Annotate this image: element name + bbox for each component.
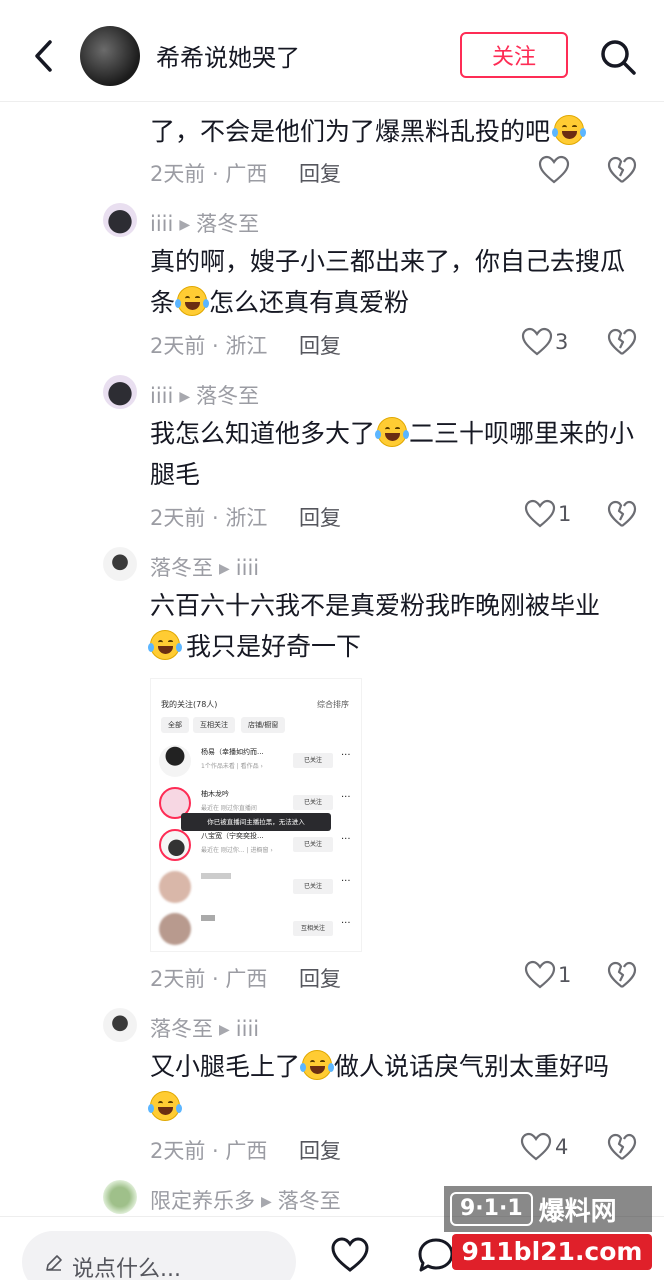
comment-author-line: iiii ▶ 落冬至 <box>150 208 259 238</box>
broken-heart-icon[interactable] <box>607 960 637 990</box>
screenshot-title: 我的关注(78人) <box>161 700 218 709</box>
screenshot-chip: 店铺/橱窗 <box>241 717 286 733</box>
laughing-tears-emoji <box>375 417 410 447</box>
user-avatar[interactable] <box>80 26 140 86</box>
commenter-avatar[interactable] <box>103 375 137 409</box>
reply-to-user[interactable]: 落冬至 <box>196 212 259 236</box>
reply-to-user[interactable]: iiii <box>236 1017 259 1041</box>
heart-icon[interactable] <box>520 1131 552 1163</box>
reply-button[interactable]: 回复 <box>299 1135 341 1165</box>
comment-author-line: 限定养乐多 ▶ 落冬至 <box>150 1185 341 1215</box>
top-nav-bar: 希希说她哭了 关注 <box>0 0 664 102</box>
comment-text: 六百六十六我不是真爱粉我昨晚刚被毕业 <box>150 591 601 620</box>
back-arrow-icon[interactable] <box>30 36 60 76</box>
reply-to-user[interactable]: 落冬至 <box>278 1189 341 1213</box>
comment-text: 条怎么还真有真爱粉 <box>150 286 410 317</box>
reply-button[interactable]: 回复 <box>299 963 341 993</box>
comment-meta: 2天前 · 浙江 <box>150 506 268 530</box>
follow-button[interactable]: 关注 <box>460 32 568 78</box>
comment-meta: 2天前 · 浙江 <box>150 334 268 358</box>
comment-author-line: 落冬至 ▶ iiii <box>150 552 259 582</box>
comment-text: 腿毛 <box>150 460 201 489</box>
broken-heart-icon[interactable] <box>607 1132 637 1162</box>
commenter-avatar[interactable] <box>103 1180 137 1214</box>
comment-text: 真的啊，嫂子小三都出来了，你自己去搜瓜 <box>150 247 626 276</box>
broken-heart-icon[interactable] <box>607 327 637 357</box>
comment-input-placeholder: 说点什么... <box>72 1257 181 1280</box>
watermark-badge: 9·1·1 <box>450 1192 533 1226</box>
screenshot-chip: 互相关注 <box>193 717 235 733</box>
reply-arrow-icon: ▶ <box>219 561 230 577</box>
reply-arrow-icon: ▶ <box>261 1194 272 1210</box>
crying-emoji <box>300 1050 335 1080</box>
screenshot-row: 杨易（幸播如约而... 1个作品未看 | 看作品 › 已关注 ··· <box>159 741 359 779</box>
comment-meta: 2天前 · 广西 <box>150 1139 268 1163</box>
screenshot-row: 已关注 ··· <box>159 867 359 905</box>
reply-arrow-icon: ▶ <box>179 389 191 405</box>
broken-heart-icon[interactable] <box>607 155 637 185</box>
header-username[interactable]: 希希说她哭了 <box>156 38 300 73</box>
comment-author[interactable]: 落冬至 <box>150 556 213 580</box>
comment-meta: 2天前 · 广西 <box>150 162 268 186</box>
watermark-logo: 9·1·1 爆料网 911bl21.com <box>444 1186 652 1272</box>
heart-icon[interactable] <box>524 959 556 991</box>
comment-author-line: 落冬至 ▶ iiii <box>150 1013 259 1043</box>
comment-author[interactable]: 限定养乐多 <box>150 1189 255 1213</box>
commenter-avatar[interactable] <box>103 547 137 581</box>
comment-author[interactable]: iiii <box>150 384 173 408</box>
like-count: 3 <box>555 330 569 354</box>
laughing-tears-emoji <box>175 286 210 316</box>
comment-text: 我怎么知道他多大了 二三十呗哪里来的小 <box>150 417 635 448</box>
comment-author[interactable]: 落冬至 <box>150 1017 213 1041</box>
watermark-name: 爆料网 <box>538 1196 617 1227</box>
reply-button[interactable]: 回复 <box>299 158 341 188</box>
heart-icon[interactable] <box>538 154 570 186</box>
watermark-url: 911bl21.com <box>452 1234 652 1270</box>
reply-button[interactable]: 回复 <box>299 502 341 532</box>
reply-arrow-icon: ▶ <box>219 1022 230 1038</box>
screenshot-chip: 全部 <box>161 717 189 733</box>
comment-meta: 2天前 · 广西 <box>150 967 268 991</box>
heart-icon[interactable] <box>524 498 556 530</box>
like-heart-icon[interactable] <box>330 1235 370 1275</box>
broken-heart-icon[interactable] <box>607 499 637 529</box>
comment-image[interactable]: 我的关注(78人) 综合排序 全部 互相关注 店铺/橱窗 杨易（幸播如约而...… <box>150 678 362 952</box>
screenshot-row: 互相关注 ··· <box>159 909 359 947</box>
like-count: 1 <box>558 502 572 526</box>
commenter-avatar[interactable] <box>103 203 137 237</box>
comment-input[interactable]: 说点什么... <box>22 1231 296 1280</box>
search-icon[interactable] <box>598 37 638 77</box>
comment-text <box>148 1086 182 1129</box>
laughing-tears-emoji <box>552 115 587 145</box>
reply-arrow-icon: ▶ <box>179 217 191 233</box>
screenshot-sort: 综合排序 <box>317 700 349 709</box>
comment-text: 了，不会是他们为了爆黑料乱投的吧 <box>150 110 587 153</box>
reply-button[interactable]: 回复 <box>299 330 341 360</box>
comment-text: 我只是好奇一下 <box>148 625 361 668</box>
like-count: 1 <box>558 963 572 987</box>
crying-emoji <box>148 1091 182 1121</box>
pencil-icon <box>46 1255 62 1271</box>
laughing-tears-emoji <box>148 630 182 660</box>
reply-to-user[interactable]: iiii <box>236 556 259 580</box>
like-count: 4 <box>555 1135 569 1159</box>
comment-text: 又小腿毛上了 做人说话戾气别太重好吗 <box>150 1050 610 1081</box>
heart-icon[interactable] <box>521 326 553 358</box>
reply-to-user[interactable]: 落冬至 <box>196 384 259 408</box>
commenter-avatar[interactable] <box>103 1008 137 1042</box>
blocked-tooltip: 你已被直播间主播拉黑，无法进入 <box>181 813 331 831</box>
comment-author[interactable]: iiii <box>150 212 173 236</box>
comment-author-line: iiii ▶ 落冬至 <box>150 380 259 410</box>
